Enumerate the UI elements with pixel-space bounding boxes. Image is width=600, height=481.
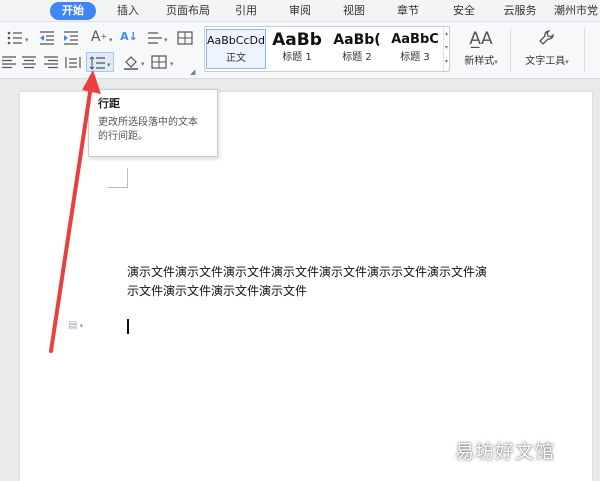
table-grid-icon[interactable] [176,30,194,46]
tab-document-name[interactable]: 潮州市党 [554,2,600,20]
divider [510,28,511,72]
new-style-icon: A̲A [469,29,493,49]
watermark: 易坊好文馆 [455,441,556,463]
styles-gallery: AaBbCcDd 正文 AaBb 标题 1 AaBb( 标题 2 AaBbC 标… [204,26,450,72]
style-heading-3[interactable]: AaBbC 标题 3 [385,29,445,69]
style-heading-1[interactable]: AaBb 标题 1 [267,29,327,69]
styles-scroll[interactable]: ▴ ▾ ▾ [443,27,449,71]
chevron-down-icon[interactable]: ▾ [170,60,174,68]
decrease-indent-icon[interactable] [38,30,56,46]
line-spacing-tooltip: 行距 更改所选段落中的文本 的行间距。 [88,89,218,157]
chevron-down-icon: ▾ [107,61,111,69]
tab-home[interactable]: 开始 [50,2,96,20]
tab-references[interactable]: 引用 [226,2,266,20]
chevron-down-icon[interactable]: ▾ [25,36,29,44]
chevron-down-icon[interactable]: ▾ [109,36,113,44]
wrench-icon [518,26,576,52]
tab-chapter[interactable]: 章节 [388,2,428,20]
style-name: 标题 1 [282,52,312,63]
line-spacing-button[interactable]: ▾ [86,52,114,72]
tooltip-description: 的行间距。 [98,131,148,142]
text-tools-button[interactable]: 文字工具▾ [518,26,576,67]
document-line: 演示文件演示文件演示文件演示文件演示文件演示示文件演示文件演 [127,265,488,279]
align-center-icon[interactable] [20,54,38,70]
chevron-down-icon[interactable]: ▾ [141,60,145,68]
paragraph-settings-icon[interactable]: ◢ [190,68,195,76]
style-heading-2[interactable]: AaBb( 标题 2 [327,29,387,69]
tooltip-title: 行距 [98,97,120,110]
tab-view[interactable]: 视图 [334,2,374,20]
tab-cloud-service[interactable]: 云服务 [496,2,544,20]
style-sample: AaBbCcDd [207,34,265,47]
home-toolbar: ▾ A+ ▾ A↓ ▾ ▾ ▾ ▾ ◢ AaBbCcDd 正文 AaBb 标题 … [0,22,600,79]
divider [584,28,585,72]
borders-icon[interactable] [150,54,168,70]
document-line: 示文件演示文件演示文件演示文件 [127,284,308,298]
ribbon-tab-bar: 开始 插入 页面布局 引用 审阅 视图 章节 安全 云服务 潮州市党 [0,0,600,22]
text-tools-label: 文字工具 [525,56,566,67]
align-left-icon[interactable] [0,54,18,70]
shading-bucket-icon[interactable] [122,54,140,70]
tab-insert[interactable]: 插入 [108,2,148,20]
style-name: 标题 3 [400,52,430,63]
align-right-icon[interactable] [42,54,60,70]
style-sample: AaBb [272,30,322,50]
new-style-button[interactable]: A̲A 新样式▾ [458,26,504,67]
margin-corner-mark [108,168,128,188]
paragraph-handle-icon[interactable]: ▤ ▾ [68,320,83,331]
style-normal[interactable]: AaBbCcDd 正文 [206,29,266,69]
distributed-align-icon[interactable] [64,54,82,70]
style-sample: AaBbC [391,32,439,47]
increase-indent-icon[interactable] [62,30,80,46]
tooltip-description: 更改所选段落中的文本 [98,117,198,128]
paragraph-shading-icon[interactable] [146,30,164,46]
text-cursor [127,319,129,334]
style-name: 标题 2 [342,52,372,63]
sort-icon[interactable]: A↓ [120,29,138,45]
chevron-down-icon[interactable]: ▾ [164,36,168,44]
style-sample: AaBb( [333,32,381,48]
bullet-list-icon[interactable] [6,30,24,46]
text-direction-icon[interactable]: A+ [88,29,110,45]
style-name: 正文 [226,53,246,64]
line-spacing-icon [89,56,105,70]
tab-review[interactable]: 审阅 [280,2,320,20]
document-body[interactable]: 演示文件演示文件演示文件演示文件演示文件演示示文件演示文件演 示文件演示文件演示… [127,263,512,301]
new-style-label: 新样式 [464,56,495,67]
tab-page-layout[interactable]: 页面布局 [160,2,216,20]
tab-security[interactable]: 安全 [444,2,484,20]
